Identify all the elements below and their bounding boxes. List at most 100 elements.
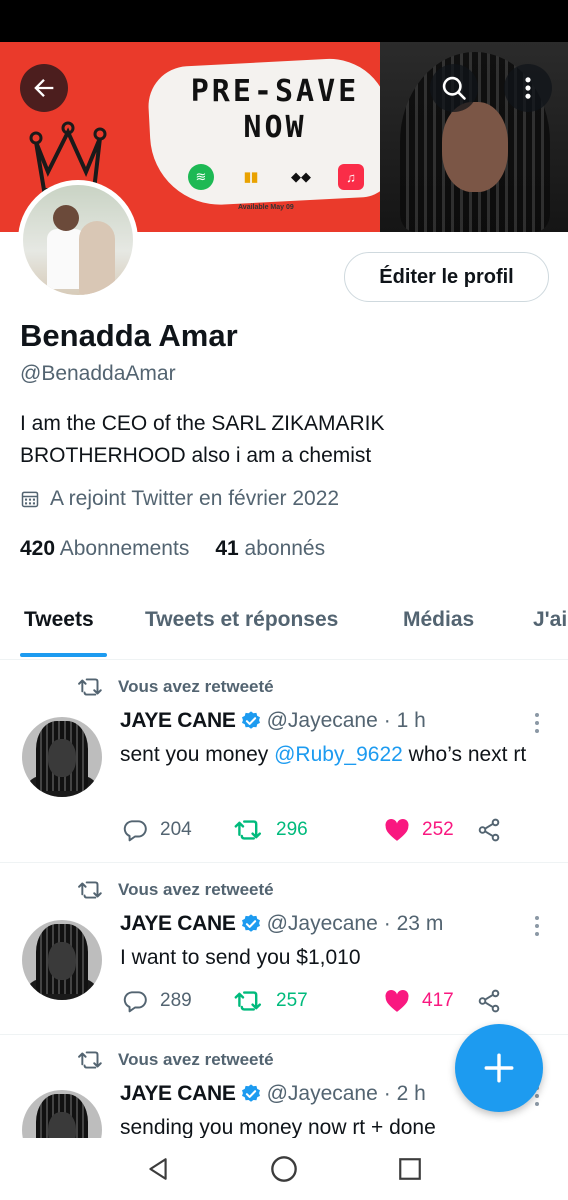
profile-tabs: Tweets Tweets et réponses Médias J'ai — [0, 596, 568, 660]
share-button[interactable] — [476, 988, 502, 1014]
tweet-text: sending you money now rt + done — [120, 1116, 436, 1138]
tweet-avatar[interactable] — [22, 920, 102, 1000]
tweet-more-icon[interactable] — [530, 916, 544, 936]
tweet-text: I want to send you $1,010 — [120, 946, 361, 969]
like-button[interactable]: 252 — [384, 818, 476, 842]
tweet-actions: 204 296 252 — [122, 817, 502, 843]
heart-filled-icon — [385, 819, 409, 841]
retweet-count: 257 — [276, 990, 308, 1011]
status-bar — [0, 0, 568, 42]
tidal-icon: ◆◆ — [291, 169, 311, 184]
retweet-icon — [78, 1051, 102, 1069]
search-button[interactable] — [430, 64, 478, 112]
tweet-item[interactable]: Vous avez retweeté JAYE CANE @Jayecane ·… — [0, 661, 568, 863]
retweet-button[interactable]: 257 — [234, 989, 384, 1013]
tab-likes[interactable]: J'ai — [533, 608, 567, 632]
more-options-button[interactable] — [504, 64, 552, 112]
follow-stats: 420 Abonnements 41 abonnés — [20, 537, 325, 561]
heart-filled-icon — [385, 990, 409, 1012]
profile-name: Benadda Amar — [20, 318, 238, 353]
retweet-icon — [78, 678, 102, 696]
back-button[interactable] — [20, 64, 68, 112]
retweet-context-label: Vous avez retweeté — [118, 1050, 274, 1069]
tweet-header: JAYE CANE @Jayecane · 2 h — [120, 1082, 426, 1106]
reply-count: 204 — [160, 819, 192, 840]
tweet-avatar[interactable] — [22, 717, 102, 797]
banner-available-text: Available May 09 — [238, 204, 294, 211]
apple-music-icon: ♫ — [338, 164, 364, 190]
tweet-author-handle: @Jayecane — [266, 912, 378, 935]
search-icon — [442, 76, 466, 100]
tweet-author-name[interactable]: JAYE CANE — [120, 709, 236, 733]
banner-headline-line1: PRE-SAVE — [190, 74, 360, 109]
square-recents-icon — [399, 1158, 421, 1180]
more-vertical-icon — [525, 77, 531, 99]
followers-link[interactable]: 41 abonnés — [215, 537, 325, 561]
profile-handle: @BenaddaAmar — [20, 362, 176, 385]
retweet-context: Vous avez retweeté — [78, 879, 274, 901]
verified-badge-icon — [240, 913, 262, 935]
tab-tweets-replies[interactable]: Tweets et réponses — [145, 608, 338, 632]
retweet-count: 296 — [276, 819, 308, 840]
compose-tweet-button[interactable] — [455, 1024, 543, 1112]
tweet-item[interactable]: Vous avez retweeté JAYE CANE @Jayecane ·… — [0, 864, 568, 1035]
tweet-text: sent you money @Ruby_9622 who’s next rt — [120, 739, 540, 771]
nav-home-button[interactable] — [269, 1154, 299, 1184]
tweet-time: · 1 h — [383, 709, 426, 732]
share-button[interactable] — [476, 817, 502, 843]
reply-button[interactable]: 204 — [122, 817, 234, 843]
verified-badge-icon — [240, 710, 262, 732]
retweet-icon — [234, 820, 261, 840]
calendar-icon — [21, 491, 39, 508]
retweet-button[interactable]: 296 — [234, 818, 384, 842]
retweet-context: Vous avez retweeté — [78, 1049, 274, 1071]
circle-home-icon — [271, 1156, 297, 1182]
retweet-context-label: Vous avez retweeté — [118, 880, 274, 899]
tweet-text-part: sent you money — [120, 743, 275, 766]
tweet-header: JAYE CANE @Jayecane · 23 m — [120, 912, 443, 936]
joined-date: A rejoint Twitter en février 2022 — [20, 487, 339, 511]
tweet-author-handle: @Jayecane — [266, 709, 378, 732]
tweet-more-icon[interactable] — [530, 713, 544, 733]
retweet-icon — [234, 991, 261, 1011]
like-button[interactable]: 417 — [384, 989, 476, 1013]
tweet-text-part: who’s next rt — [402, 743, 527, 766]
retweet-context: Vous avez retweeté — [78, 676, 274, 698]
active-tab-indicator — [20, 653, 107, 657]
triangle-back-icon — [149, 1158, 167, 1180]
deezer-icon: ▮▮ — [243, 169, 259, 184]
share-icon — [478, 818, 500, 842]
tweet-author-name[interactable]: JAYE CANE — [120, 1082, 236, 1106]
tweet-time: · 2 h — [383, 1082, 426, 1105]
system-nav-bar — [0, 1138, 568, 1200]
reply-button[interactable]: 289 — [122, 988, 234, 1014]
tab-media[interactable]: Médias — [403, 608, 474, 632]
streaming-icons: ≋ ▮▮ ◆◆ ♫ — [188, 164, 364, 190]
tweet-avatar[interactable] — [22, 1090, 102, 1138]
banner-headline: PRE-SAVE NOW — [160, 74, 390, 146]
tweet-mention-link[interactable]: @Ruby_9622 — [274, 743, 403, 766]
following-count: 420 — [20, 537, 56, 560]
edit-profile-button[interactable]: Éditer le profil — [344, 252, 549, 302]
reply-icon — [123, 991, 147, 1013]
share-icon — [478, 989, 500, 1013]
following-link[interactable]: 420 Abonnements — [20, 537, 189, 561]
reply-icon — [123, 820, 147, 842]
tweet-author-handle: @Jayecane — [266, 1082, 378, 1105]
nav-recents-button[interactable] — [395, 1154, 425, 1184]
tweet-author-name[interactable]: JAYE CANE — [120, 912, 236, 936]
profile-avatar[interactable] — [18, 180, 138, 300]
retweet-icon — [78, 881, 102, 899]
joined-text: A rejoint Twitter en février 2022 — [50, 487, 340, 510]
followers-count: 41 — [215, 537, 239, 560]
tab-tweets[interactable]: Tweets — [24, 608, 94, 632]
tweet-header: JAYE CANE @Jayecane · 1 h — [120, 709, 426, 733]
retweet-context-label: Vous avez retweeté — [118, 677, 274, 696]
profile-bio: I am the CEO of the SARL ZIKAMARIK BROTH… — [20, 412, 385, 467]
following-label: Abonnements — [59, 537, 190, 560]
like-count: 417 — [422, 990, 454, 1011]
spotify-icon: ≋ — [188, 164, 214, 190]
reply-count: 289 — [160, 990, 192, 1011]
nav-back-button[interactable] — [143, 1154, 173, 1184]
tweet-actions: 289 257 417 — [122, 988, 502, 1014]
